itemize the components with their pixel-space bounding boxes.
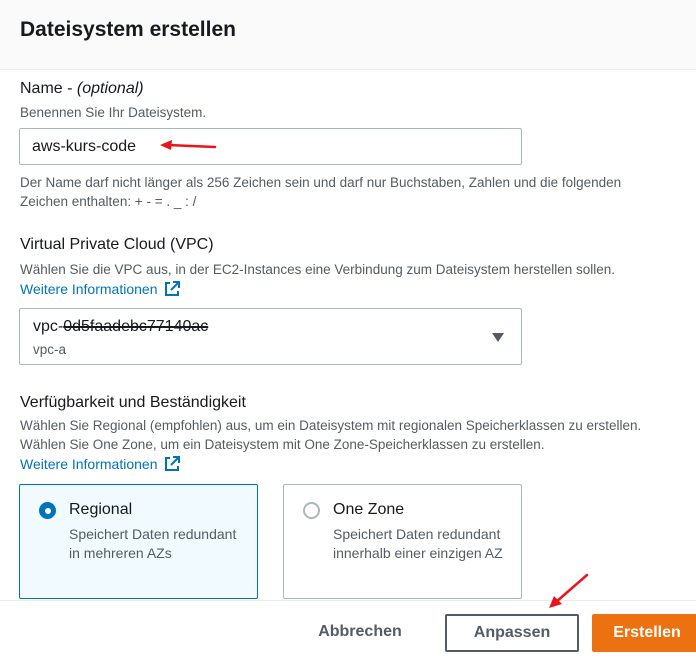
name-input[interactable] <box>19 128 522 165</box>
name-description: Benennen Sie Ihr Dateisystem. <box>20 105 207 120</box>
radio-regional[interactable] <box>39 502 56 519</box>
external-link-icon <box>165 456 181 471</box>
vpc-label: Virtual Private Cloud (VPC) <box>20 236 214 253</box>
option-one-zone-description: Speichert Daten redundant innerhalb eine… <box>333 526 503 561</box>
vpc-description: Wählen Sie die VPC aus, in der EC2-Insta… <box>20 262 616 277</box>
optional-marker: (optional) <box>76 80 144 97</box>
cancel-button[interactable]: Abbrechen <box>300 613 420 651</box>
name-constraint: Der Name darf nicht länger als 256 Zeich… <box>20 175 622 209</box>
option-regional[interactable]: Regional Speichert Daten redundant in me… <box>19 484 258 599</box>
option-regional-description: Speichert Daten redundant in mehreren AZ… <box>69 526 237 561</box>
annotation-arrow-customize <box>549 573 589 608</box>
vpc-redacted-id: 0d5faadebc77140ac <box>63 318 209 335</box>
option-one-zone-title: One Zone <box>333 501 405 518</box>
vpc-selected-name: vpc-a <box>33 342 67 357</box>
name-label: Name - (optional) <box>20 80 144 97</box>
vpc-selected-value: vpc-0d5faadebc77140ac <box>33 318 209 335</box>
radio-one-zone[interactable] <box>303 502 320 519</box>
availability-label: Verfügbarkeit und Beständigkeit <box>20 394 246 411</box>
availability-description: Wählen Sie Regional (empfohlen) aus, um … <box>20 418 642 452</box>
create-button[interactable]: Erstellen <box>592 614 696 652</box>
customize-button[interactable]: Anpassen <box>445 614 579 652</box>
dialog-header: Dateisystem erstellen <box>0 0 696 70</box>
dialog-title: Dateisystem erstellen <box>20 18 236 41</box>
external-link-icon <box>165 281 181 296</box>
vpc-select[interactable]: vpc-0d5faadebc77140ac vpc-a <box>19 308 522 365</box>
option-regional-title: Regional <box>69 501 133 518</box>
annotation-arrow-name <box>160 140 217 150</box>
caret-down-icon <box>492 333 504 342</box>
option-one-zone[interactable]: One Zone Speichert Daten redundant inner… <box>283 484 522 599</box>
availability-info-link[interactable]: Weitere Informationen <box>20 455 181 473</box>
vpc-info-link[interactable]: Weitere Informationen <box>20 280 181 298</box>
